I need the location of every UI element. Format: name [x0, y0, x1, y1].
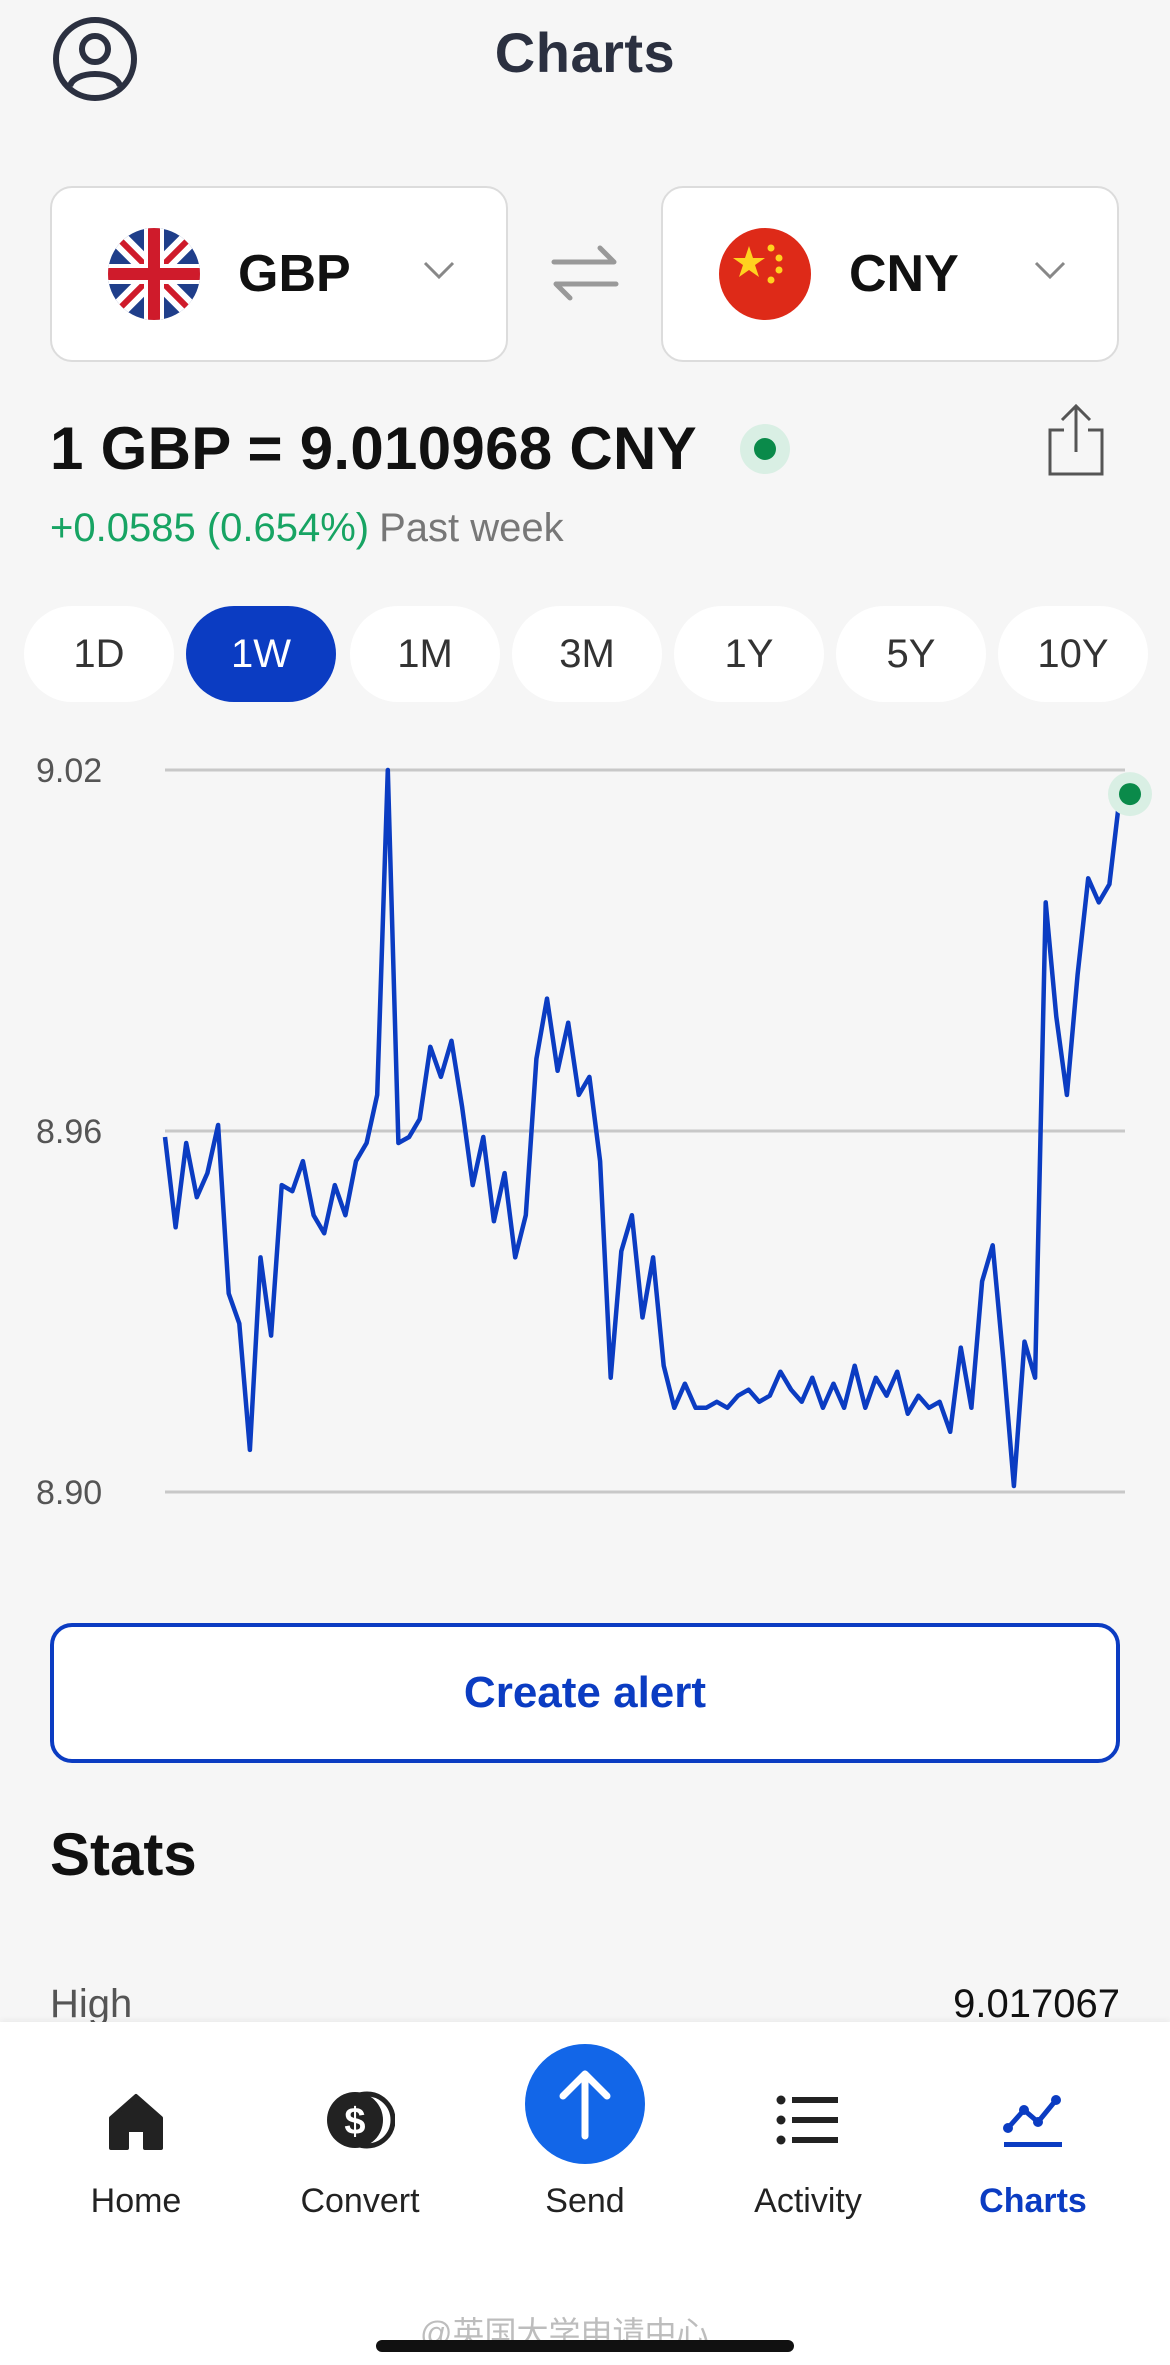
to-currency-code: CNY [849, 245, 959, 303]
china-flag-icon [719, 228, 811, 320]
range-tab-5y[interactable]: 5Y [836, 606, 986, 702]
create-alert-button[interactable]: Create alert [50, 1623, 1120, 1763]
y-tick-label: 9.02 [36, 752, 102, 790]
to-currency-selector[interactable]: CNY [661, 186, 1119, 362]
page-title: Charts [494, 21, 676, 84]
from-currency-selector[interactable]: GBP [50, 186, 508, 362]
nav-activity-label: Activity [754, 2182, 862, 2220]
range-tab-3m[interactable]: 3M [512, 606, 662, 702]
swap-arrows-icon [551, 245, 619, 301]
chevron-down-icon [1034, 261, 1066, 280]
activity-list-icon [776, 2095, 838, 2145]
nav-send[interactable]: Send [485, 2022, 685, 2262]
nav-charts-label: Charts [979, 2182, 1087, 2220]
nav-home[interactable]: Home [36, 2022, 236, 2262]
send-arrow-icon [559, 2070, 611, 2140]
nav-activity[interactable]: Activity [708, 2022, 908, 2262]
rate-change-value: +0.0585 (0.654%) [50, 506, 370, 550]
range-tab-1y[interactable]: 1Y [674, 606, 824, 702]
nav-charts[interactable]: Charts [933, 2022, 1133, 2262]
home-icon [109, 2094, 163, 2150]
range-tab-1m[interactable]: 1M [350, 606, 500, 702]
home-indicator [376, 2340, 794, 2352]
nav-send-label: Send [545, 2182, 625, 2220]
convert-coins-icon: $ [327, 2091, 395, 2149]
stat-high-label: High [50, 1982, 133, 2026]
nav-convert[interactable]: $ Convert [260, 2022, 460, 2262]
from-currency-code: GBP [238, 245, 351, 303]
nav-convert-label: Convert [300, 2182, 420, 2220]
charts-icon [1003, 2095, 1062, 2147]
last-point-marker[interactable] [1119, 783, 1141, 806]
y-tick-label: 8.90 [36, 1474, 102, 1512]
stat-high-value: 9.017067 [953, 1982, 1120, 2026]
range-tab-1d[interactable]: 1D [24, 606, 174, 702]
chevron-down-icon [423, 261, 455, 280]
y-tick-label: 8.96 [36, 1113, 102, 1151]
live-indicator-icon [740, 424, 790, 474]
share-icon [1048, 403, 1104, 476]
nav-home-label: Home [90, 2182, 182, 2220]
rate-change-period: Past week [379, 506, 564, 550]
range-tab-1w[interactable]: 1W [186, 606, 336, 702]
send-button-circle [525, 2044, 645, 2164]
rate-chart[interactable]: 9.02 8.96 8.90 [0, 740, 1170, 1520]
exchange-rate: 1 GBP = 9.010968 CNY [50, 415, 697, 482]
swap-currencies-button[interactable] [548, 242, 622, 304]
rate-series-line [162, 767, 1123, 1489]
range-tab-10y[interactable]: 10Y [998, 606, 1148, 702]
rate-change: +0.0585 (0.654%) Past week [50, 506, 564, 551]
united-kingdom-flag-icon [108, 228, 200, 320]
share-button[interactable] [1040, 400, 1112, 480]
stats-title: Stats [50, 1821, 197, 1888]
svg-text:$: $ [344, 2101, 365, 2143]
